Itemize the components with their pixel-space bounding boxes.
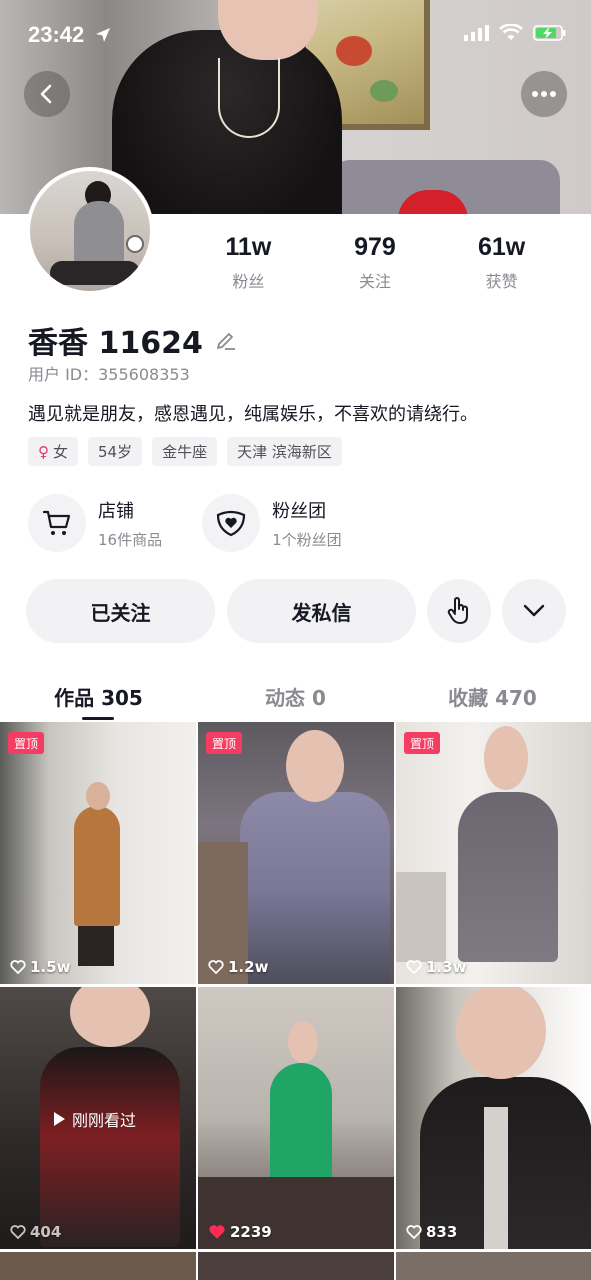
video-thumbnail[interactable]: 置顶 1.2w: [198, 722, 394, 984]
tab-works[interactable]: 作品 305: [0, 666, 197, 722]
recently-watched-label: 刚刚看过: [52, 1107, 136, 1131]
video-thumbnail[interactable]: [396, 1252, 591, 1280]
heart-outline-icon: [406, 1225, 422, 1239]
heart-filled-icon: [209, 1225, 225, 1239]
like-count: 404: [10, 1223, 61, 1241]
stat-following[interactable]: 979 关注: [315, 233, 435, 292]
chevron-down-icon: [523, 604, 545, 617]
tag-zodiac: 金牛座: [152, 437, 218, 466]
tab-favorites[interactable]: 收藏 470: [394, 666, 591, 722]
user-id: 用户 ID：355608353: [28, 365, 190, 384]
status-time: 23:42: [28, 22, 112, 48]
stat-followers[interactable]: 11w 粉丝: [188, 233, 308, 292]
avatar[interactable]: [26, 167, 154, 295]
heart-badge-icon: [216, 510, 246, 537]
profile-tabs: 作品 305 动态 0 收藏 470: [0, 666, 591, 722]
tab-moments[interactable]: 动态 0: [197, 666, 394, 722]
like-count: 1.5w: [10, 958, 70, 976]
wifi-icon: [499, 24, 523, 40]
profile-actions: 已关注 发私信: [26, 579, 566, 643]
tag-location: 天津 滨海新区: [227, 437, 342, 466]
heart-outline-icon: [10, 960, 26, 974]
like-count: 1.2w: [208, 958, 268, 976]
more-button[interactable]: [521, 71, 567, 117]
like-count: 1.3w: [406, 958, 466, 976]
status-bar: 23:42: [0, 18, 591, 54]
tag-gender: ♀ 女: [28, 437, 79, 466]
expand-button[interactable]: [502, 579, 566, 643]
back-button[interactable]: [24, 71, 70, 117]
signal-icon: [464, 25, 489, 41]
profile-bio: 遇见就是朋友，感恩遇见，纯属娱乐，不喜欢的请绕行。: [28, 404, 478, 425]
tag-age: 54岁: [88, 437, 143, 466]
heart-outline-icon: [406, 960, 422, 974]
video-grid: 置顶 1.5w 置顶 1.2w 置顶 1.3w 刚刚看过 404 2239 83…: [0, 722, 591, 1280]
heart-outline-icon: [10, 1225, 26, 1239]
cart-icon: [42, 510, 71, 535]
like-count: 2239: [208, 1223, 272, 1241]
shop-shortcut[interactable]: 店铺 16件商品: [28, 494, 162, 552]
fan-club-shortcut[interactable]: 粉丝团 1个粉丝团: [202, 494, 342, 552]
tab-underline: [82, 717, 114, 720]
profile-shortcuts: 店铺 16件商品 粉丝团 1个粉丝团: [28, 494, 342, 552]
profile-stats: 11w 粉丝 979 关注 61w 获赞: [185, 233, 565, 292]
name-row: 香香 11624: [28, 318, 237, 362]
location-arrow-icon: [96, 28, 111, 42]
hand-pointer-icon: [447, 597, 468, 624]
message-button[interactable]: 发私信: [227, 579, 416, 643]
chevron-left-icon: [40, 84, 52, 104]
avatar-live-badge: [126, 235, 144, 253]
play-icon: [54, 1112, 65, 1126]
battery-charging-icon: [533, 25, 566, 41]
video-thumbnail[interactable]: 置顶 1.5w: [0, 722, 196, 984]
poke-button[interactable]: [427, 579, 491, 643]
video-thumbnail[interactable]: 置顶 1.3w: [396, 722, 591, 984]
female-icon: ♀: [38, 442, 49, 461]
pinned-badge: 置顶: [206, 732, 243, 754]
like-count: 833: [406, 1223, 457, 1241]
more-dots-icon: [532, 91, 556, 97]
edit-pencil-icon[interactable]: [215, 329, 237, 351]
pinned-badge: 置顶: [404, 732, 441, 754]
video-thumbnail[interactable]: [0, 1252, 196, 1280]
video-thumbnail[interactable]: [198, 1252, 394, 1280]
profile-tags: ♀ 女 54岁 金牛座 天津 滨海新区: [28, 437, 342, 466]
pinned-badge: 置顶: [8, 732, 45, 754]
heart-outline-icon: [208, 960, 224, 974]
following-button[interactable]: 已关注: [26, 579, 215, 643]
video-thumbnail[interactable]: 2239: [198, 987, 394, 1249]
video-thumbnail[interactable]: 833: [396, 987, 591, 1249]
stat-likes[interactable]: 61w 获赞: [442, 233, 562, 292]
profile-name: 香香 11624: [28, 326, 203, 361]
video-thumbnail[interactable]: 刚刚看过 404: [0, 987, 196, 1249]
